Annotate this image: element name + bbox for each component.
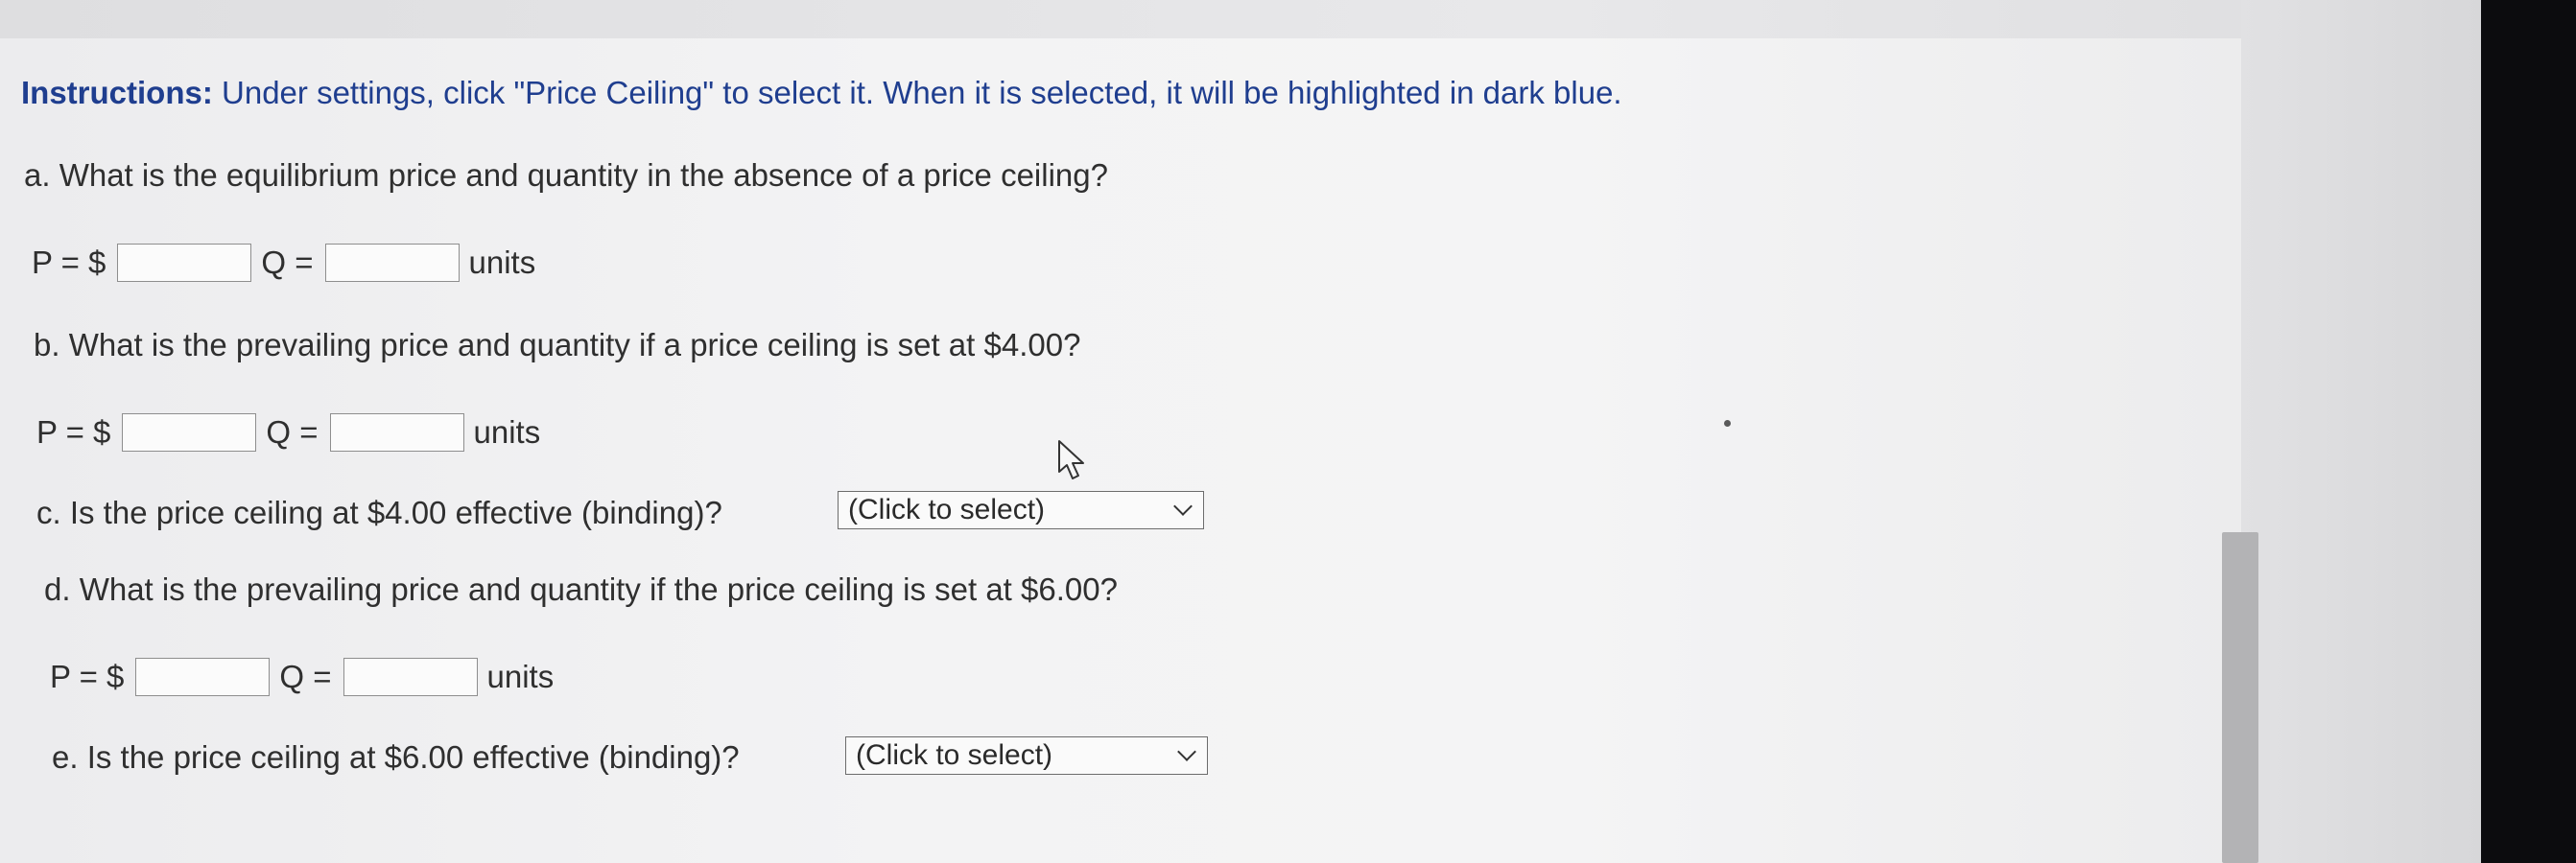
quantity-input-a[interactable] bbox=[324, 244, 460, 282]
question-b: b. What is the prevailing price and quan… bbox=[34, 327, 1081, 362]
quantity-input-b[interactable] bbox=[329, 413, 464, 452]
price-input-a[interactable] bbox=[117, 244, 252, 282]
instructions-text: Under settings, click "Price Ceiling" to… bbox=[222, 75, 1622, 110]
scroll-track bbox=[2241, 0, 2481, 863]
chevron-down-icon bbox=[1173, 497, 1193, 516]
stray-dot bbox=[1724, 420, 1731, 427]
select-value: (Click to select) bbox=[848, 494, 1046, 525]
chevron-down-icon bbox=[1177, 742, 1196, 761]
units-label: units bbox=[468, 245, 536, 280]
quantity-input-d[interactable] bbox=[343, 658, 478, 696]
question-a: a. What is the equilibrium price and qua… bbox=[24, 157, 1108, 193]
quantity-label: Q = bbox=[261, 245, 314, 280]
top-bar bbox=[0, 0, 2576, 38]
units-label: units bbox=[473, 414, 541, 450]
answer-row-a: P = $ Q = units bbox=[32, 244, 535, 282]
price-label: P = $ bbox=[36, 414, 111, 450]
question-d: d. What is the prevailing price and quan… bbox=[44, 571, 1118, 607]
quantity-label: Q = bbox=[266, 414, 319, 450]
answer-row-d: P = $ Q = units bbox=[50, 658, 554, 696]
units-label: units bbox=[486, 659, 555, 694]
select-value: (Click to select) bbox=[856, 739, 1053, 771]
question-e: e. Is the price ceiling at $6.00 effecti… bbox=[52, 739, 740, 775]
scrollbar-thumb[interactable] bbox=[2222, 532, 2258, 863]
binding-select-c[interactable]: (Click to select) bbox=[838, 491, 1204, 529]
mouse-pointer-icon bbox=[1058, 440, 1084, 479]
instructions: Instructions: Under settings, click "Pri… bbox=[21, 77, 1622, 108]
price-label: P = $ bbox=[32, 245, 106, 280]
instructions-label: Instructions: bbox=[21, 75, 213, 110]
price-label: P = $ bbox=[50, 659, 125, 694]
answer-row-b: P = $ Q = units bbox=[36, 413, 540, 452]
question-c: c. Is the price ceiling at $4.00 effecti… bbox=[36, 495, 722, 530]
price-input-b[interactable] bbox=[122, 413, 257, 452]
price-input-d[interactable] bbox=[135, 658, 271, 696]
quantity-label: Q = bbox=[279, 659, 332, 694]
screen-edge bbox=[2481, 0, 2576, 863]
binding-select-e[interactable]: (Click to select) bbox=[845, 736, 1208, 775]
